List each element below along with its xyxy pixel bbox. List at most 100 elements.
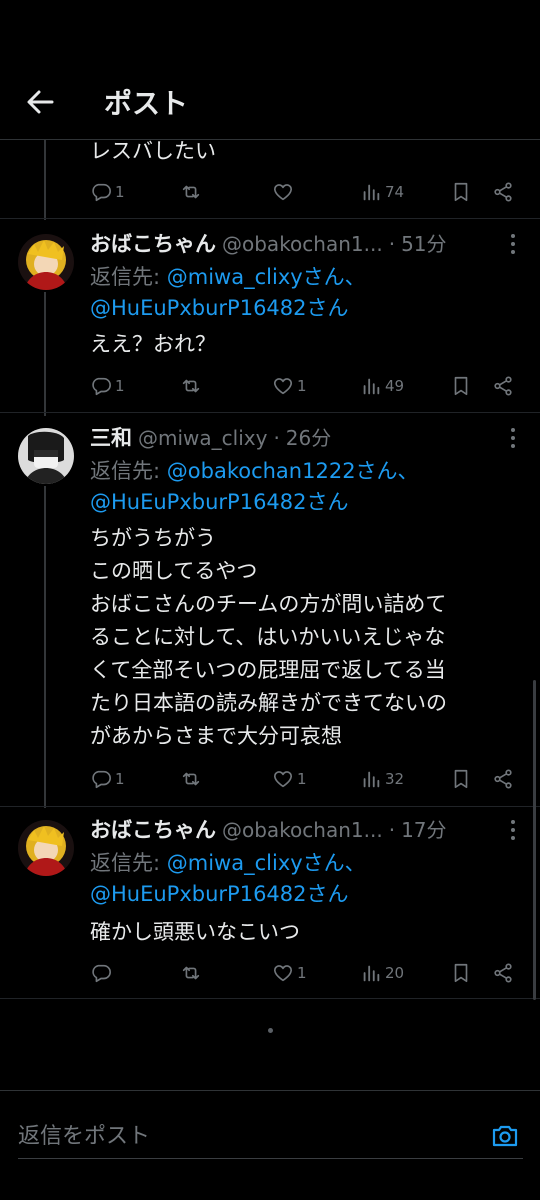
page-title: ポスト [104,87,189,120]
views-count: 32 [385,770,405,788]
avatar[interactable] [18,234,74,290]
camera-icon[interactable] [490,1121,520,1151]
views-icon [363,771,380,788]
display-name[interactable]: おばこちゃん [90,814,216,844]
tweet-partial[interactable]: レスバしたい 1 74 [0,135,540,215]
tweet-text: レスバしたい [90,139,216,163]
heart-icon [273,184,293,201]
timestamp[interactable]: 17分 [401,814,446,843]
repost-icon [182,379,200,393]
tweet-text: 確かし頭悪いなこいつ [90,920,300,944]
bookmark-icon [454,769,468,789]
tweet[interactable]: おばこちゃん @obakochan1... · 17分 返信先: @miwa_c… [0,814,540,994]
back-arrow-icon[interactable] [22,84,58,120]
reply-to-line: 返信先: @miwa_clixyさん、 @HuEuPxburP16482さん [90,848,366,910]
share-icon [494,963,512,983]
separator-dot: · [388,232,396,256]
mention-link[interactable]: @miwa_clixyさん、 [167,265,366,289]
reply-count: 1 [115,183,125,201]
repost-button[interactable] [180,373,205,399]
views-icon [363,965,380,982]
more-options-icon[interactable] [508,818,518,842]
heart-icon [273,771,293,788]
like-button[interactable]: 1 [272,766,307,792]
tweet-actions: 1 20 [90,960,520,986]
views-button[interactable]: 20 [360,960,404,986]
reply-button[interactable]: 1 [90,373,125,399]
avatar[interactable] [18,820,74,876]
share-button[interactable] [492,373,514,399]
repost-icon [182,772,200,786]
reply-button[interactable]: 1 [90,179,125,205]
tweet-text: ええ？おれ？ [90,332,216,356]
separator-dot: · [388,818,396,842]
tweet-actions: 1 1 49 [90,373,520,399]
reply-count: 1 [115,377,125,395]
share-icon [494,376,512,396]
bookmark-icon [454,182,468,202]
repost-button[interactable] [180,179,205,205]
share-icon [494,769,512,789]
views-button[interactable]: 32 [360,766,404,792]
bookmark-icon [454,376,468,396]
handle[interactable]: @miwa_clixy [138,426,267,450]
timestamp[interactable]: 51分 [401,228,446,257]
display-name[interactable]: 三和 [90,422,132,452]
mention-link[interactable]: @miwa_clixyさん、 [167,851,366,875]
like-button[interactable]: 1 [272,373,307,399]
like-count: 1 [297,964,307,982]
repost-button[interactable] [180,766,205,792]
bookmark-button[interactable] [450,179,472,205]
tweet-header: おばこちゃん @obakochan1... · 51分 [90,228,490,258]
mention-link[interactable]: @obakochan1222さん、 [167,459,419,483]
mention-link[interactable]: @HuEuPxburP16482さん [90,882,349,906]
scrollbar[interactable] [533,680,536,1000]
display-name[interactable]: おばこちゃん [90,228,216,258]
views-count: 20 [385,964,405,982]
like-button[interactable] [272,179,297,205]
share-button[interactable] [492,179,514,205]
bookmark-button[interactable] [450,373,472,399]
views-button[interactable]: 49 [360,373,404,399]
tweet-text: ちがうちがう この晒してるやつ おばこさんのチームの方が問い詰めて ることに対し… [90,526,447,748]
heart-icon [273,965,293,982]
like-count: 1 [297,770,307,788]
tweet[interactable]: 三和 @miwa_clixy · 26分 返信先: @obakochan1222… [0,422,540,802]
repost-button[interactable] [180,960,205,986]
share-button[interactable] [492,960,514,986]
more-options-icon[interactable] [508,426,518,450]
divider [0,218,540,219]
more-options-icon[interactable] [508,232,518,256]
divider [0,998,540,999]
reply-count: 1 [115,770,125,788]
mention-link[interactable]: @HuEuPxburP16482さん [90,296,349,320]
handle[interactable]: @obakochan1... [222,232,383,256]
tweet-header: おばこちゃん @obakochan1... · 17分 [90,814,490,844]
timestamp[interactable]: 26分 [286,422,331,451]
top-bar: ポスト [0,0,540,140]
divider [0,412,540,413]
repost-icon [182,966,200,980]
like-count: 1 [297,377,307,395]
share-icon [494,182,512,202]
bookmark-button[interactable] [450,960,472,986]
reply-icon [92,183,111,202]
share-button[interactable] [492,766,514,792]
tweet-actions: 1 74 [90,179,520,205]
reply-button[interactable]: 1 [90,766,125,792]
handle[interactable]: @obakochan1... [222,818,383,842]
reply-icon [92,770,111,789]
mention-link[interactable]: @HuEuPxburP16482さん [90,490,349,514]
repost-icon [182,185,200,199]
avatar[interactable] [18,428,74,484]
tweet-actions: 1 1 32 [90,766,520,792]
reply-button[interactable] [90,960,115,986]
reply-input[interactable] [18,1115,523,1159]
bookmark-icon [454,963,468,983]
tweet[interactable]: おばこちゃん @obakochan1... · 51分 返信先: @miwa_c… [0,228,540,408]
heart-icon [273,378,293,395]
views-button[interactable]: 74 [360,179,404,205]
like-button[interactable]: 1 [272,960,307,986]
views-count: 74 [385,183,405,201]
bookmark-button[interactable] [450,766,472,792]
